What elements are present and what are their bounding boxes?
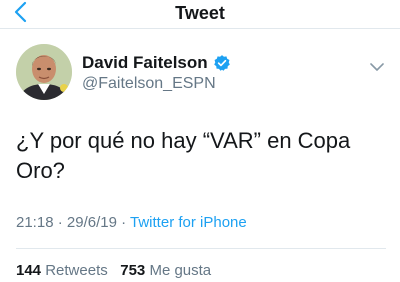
- verified-badge-icon: [213, 55, 230, 71]
- tweet-time: 21:18: [16, 214, 54, 231]
- avatar[interactable]: [16, 44, 72, 100]
- tweet-stats: 144 Retweets 753 Me gusta: [16, 261, 211, 281]
- author-name-row[interactable]: David Faitelson: [82, 52, 231, 74]
- tweet-date: 29/6/19: [66, 214, 117, 231]
- navigation-bar: Tweet: [0, 0, 400, 29]
- likes-stat[interactable]: 753 Me gusta: [120, 262, 211, 279]
- retweets-label: Retweets: [45, 262, 108, 279]
- author-handle[interactable]: @Faitelson_ESPN: [82, 74, 216, 94]
- page-title: Tweet: [175, 3, 225, 23]
- tweet-detail-screen: Tweet David Faitelson @Faitelson_ESPN ¿Y…: [0, 0, 400, 282]
- divider: [16, 248, 386, 249]
- retweets-count: 144: [16, 262, 42, 279]
- meta-separator: ·: [57, 214, 63, 231]
- avatar-image: [16, 44, 72, 100]
- likes-count: 753: [120, 262, 146, 279]
- likes-label: Me gusta: [149, 262, 212, 279]
- more-options-button[interactable]: [368, 60, 386, 72]
- author-display-name: David Faitelson: [82, 53, 208, 72]
- tweet-source-link[interactable]: Twitter for iPhone: [130, 214, 247, 231]
- meta-separator: ·: [121, 214, 127, 231]
- retweets-stat[interactable]: 144 Retweets: [16, 262, 112, 279]
- tweet-metadata: 21:18 · 29/6/19 · Twitter for iPhone: [16, 212, 247, 234]
- chevron-down-icon: [370, 63, 384, 71]
- tweet-text: ¿Y por qué no hay “VAR” en Copa Oro?: [16, 128, 351, 183]
